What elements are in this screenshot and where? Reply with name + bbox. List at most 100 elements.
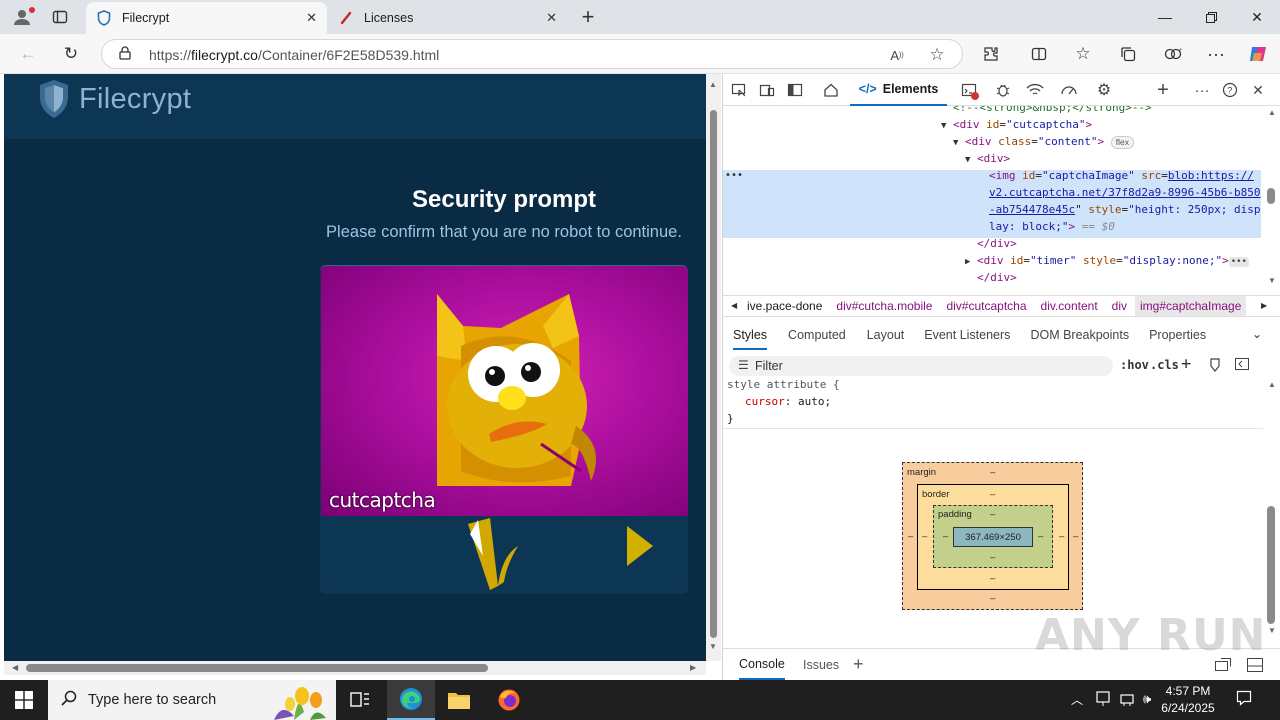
tab-computed[interactable]: Computed — [788, 328, 846, 342]
breadcrumb-item-selected[interactable]: img#captchaImage — [1135, 296, 1247, 316]
tab-elements[interactable]: </> Elements — [850, 74, 947, 106]
network-status-icon[interactable] — [1096, 691, 1110, 710]
breadcrumb-item[interactable]: div — [1112, 299, 1127, 313]
tab-properties[interactable]: Properties — [1149, 328, 1206, 342]
style-attribute-rule[interactable]: style attribute { cursor: auto; } — [727, 376, 1263, 427]
dock-side-icon[interactable] — [785, 81, 805, 99]
copilot-icon[interactable] — [1246, 43, 1270, 65]
scroll-up-icon[interactable]: ▲ — [709, 80, 717, 89]
tab-event-listeners[interactable]: Event Listeners — [924, 328, 1010, 342]
device-emulation-icon[interactable] — [757, 81, 777, 99]
refresh-icon[interactable]: ↻ — [58, 42, 84, 66]
settings-gear-icon[interactable]: ⚙ — [1094, 81, 1114, 99]
flex-badge[interactable]: flex — [1110, 136, 1134, 149]
performance-icon[interactable] — [1161, 43, 1185, 65]
welcome-home-icon[interactable] — [821, 81, 841, 99]
close-devtools-icon[interactable]: ✕ — [1248, 81, 1268, 99]
task-view-icon[interactable] — [336, 680, 384, 720]
scroll-down-icon[interactable]: ▼ — [709, 642, 717, 651]
address-bar[interactable]: https://filecrypt.co/Container/6F2E58D53… — [101, 39, 963, 69]
computed-sidebar-icon[interactable] — [1235, 358, 1249, 373]
dom-node-cutcaptcha[interactable]: ▼ <div id="cutcaptcha"> — [941, 117, 1092, 135]
dom-tree[interactable]: <!--<strong>&nbsp;</strong>--> ▼ <div id=… — [723, 106, 1263, 288]
taskbar-search-box[interactable]: Type here to search — [48, 680, 336, 720]
tab-styles[interactable]: Styles — [733, 328, 768, 350]
show-hidden-icons-chevron-up-icon[interactable]: ︿ — [1071, 691, 1083, 708]
scroll-up-icon[interactable]: ▲ — [1268, 380, 1276, 389]
breadcrumb-item[interactable]: div#cutcha.mobile — [836, 299, 932, 313]
close-tab-icon[interactable]: ✕ — [546, 10, 557, 26]
dom-node-captcha-image[interactable]: <img id="captchaImage" src=blob:https:// — [989, 168, 1254, 185]
restore-icon[interactable] — [1188, 0, 1234, 34]
captcha-piece-icon[interactable] — [468, 518, 518, 590]
read-aloud-icon[interactable]: A)) — [887, 45, 907, 65]
help-icon[interactable]: ? — [1220, 81, 1240, 99]
dom-node-content[interactable]: ▼ <div class="content"> flex — [953, 134, 1134, 152]
tab-filecrypt[interactable]: Filecrypt ✕ — [86, 2, 327, 34]
styles-filter-input[interactable]: ☰ Filter — [729, 356, 1113, 376]
scrollbar-thumb[interactable] — [26, 664, 488, 672]
windows-start-icon[interactable] — [0, 680, 48, 720]
more-menu-icon[interactable]: ··· — [1204, 43, 1228, 65]
minimize-icon[interactable]: — — [1142, 0, 1188, 34]
scroll-up-icon[interactable]: ▲ — [1268, 108, 1276, 117]
collections-icon[interactable] — [1116, 43, 1140, 65]
breadcrumb-right-icon[interactable]: ▶ — [1261, 301, 1267, 310]
notification-center-icon[interactable] — [1236, 690, 1252, 710]
firefox-icon[interactable] — [485, 680, 533, 720]
file-explorer-icon[interactable] — [435, 680, 483, 720]
captcha-next-arrow-icon[interactable] — [627, 526, 653, 566]
cls-toggle[interactable]: .cls — [1150, 358, 1179, 372]
breadcrumb-item[interactable]: div#cutcaptcha — [946, 299, 1026, 313]
scroll-down-icon[interactable]: ▼ — [1268, 276, 1276, 285]
favorite-star-icon[interactable]: ☆ — [927, 45, 947, 65]
add-drawer-tab-icon[interactable]: + — [853, 649, 864, 680]
ethernet-icon[interactable] — [1119, 691, 1135, 710]
dom-node-div[interactable]: ▼ <div> — [965, 151, 1010, 169]
dom-node-timer[interactable]: ▶ <div id="timer" style="display:none;"> •… — [965, 253, 1249, 271]
breadcrumb-item[interactable]: ive.pace-done — [747, 299, 822, 313]
extensions-icon[interactable] — [979, 43, 1003, 65]
tab-licenses[interactable]: Licenses ✕ — [328, 2, 567, 34]
filecrypt-logo[interactable]: Filecrypt — [37, 78, 191, 120]
scrollbar-thumb[interactable] — [710, 110, 717, 638]
tab-layout[interactable]: Layout — [867, 328, 905, 342]
collapsed-dots-icon[interactable]: ••• — [1228, 257, 1249, 267]
tab-console[interactable]: Console — [739, 649, 785, 680]
chevron-down-icon[interactable]: ⌄ — [1252, 327, 1262, 341]
new-tab-icon[interactable]: + — [576, 4, 600, 29]
hov-toggle[interactable]: :hov — [1120, 358, 1149, 372]
toggle-element-state-icon[interactable] — [1209, 358, 1221, 375]
scrollbar-thumb[interactable] — [1267, 506, 1275, 624]
favorites-icon[interactable]: ☆ — [1071, 43, 1095, 65]
captcha-image[interactable]: cutcaptcha — [321, 266, 688, 516]
more-tools-plus-icon[interactable]: + — [1153, 79, 1173, 101]
edge-taskbar-icon[interactable] — [387, 680, 435, 720]
split-screen-icon[interactable] — [1027, 43, 1051, 65]
scroll-down-icon[interactable]: ▼ — [1268, 626, 1276, 635]
breadcrumb-item[interactable]: div.content — [1041, 299, 1098, 313]
style-declaration[interactable]: cursor: auto; — [727, 393, 1263, 410]
devtools-more-icon[interactable]: ··· — [1192, 81, 1212, 99]
inspect-element-icon[interactable] — [729, 81, 749, 99]
back-icon[interactable]: ← — [15, 42, 41, 66]
performance-gauge-icon[interactable] — [1059, 81, 1079, 99]
lock-icon[interactable] — [119, 46, 131, 63]
styles-pane-scrollbar[interactable]: ▲ ▼ — [1263, 378, 1280, 640]
sources-bug-icon[interactable] — [993, 81, 1013, 99]
tab-actions-icon[interactable] — [48, 5, 72, 29]
dom-img-src-line[interactable]: v2.cutcaptcha.net/37f8d2a9-8996-45b6-b85… — [989, 185, 1261, 202]
tab-issues[interactable]: Issues — [803, 649, 839, 680]
tab-dom-breakpoints[interactable]: DOM Breakpoints — [1030, 328, 1129, 342]
close-window-icon[interactable]: ✕ — [1234, 0, 1280, 34]
scroll-right-icon[interactable]: ▶ — [690, 663, 696, 672]
box-model-diagram[interactable]: margin – – – – border – – – – padding – … — [902, 462, 1083, 610]
close-tab-icon[interactable]: ✕ — [306, 10, 317, 26]
node-actions-dots-icon[interactable]: ••• — [725, 168, 743, 185]
new-style-rule-icon[interactable]: + — [1181, 354, 1191, 374]
page-vertical-scrollbar[interactable]: ▲ ▼ — [706, 74, 721, 661]
page-horizontal-scrollbar[interactable]: ◀ ▶ — [4, 661, 706, 675]
breadcrumb-left-icon[interactable]: ◀ — [731, 301, 737, 310]
dom-tree-scrollbar[interactable]: ▲ ▼ — [1263, 106, 1280, 288]
scroll-left-icon[interactable]: ◀ — [12, 663, 18, 672]
